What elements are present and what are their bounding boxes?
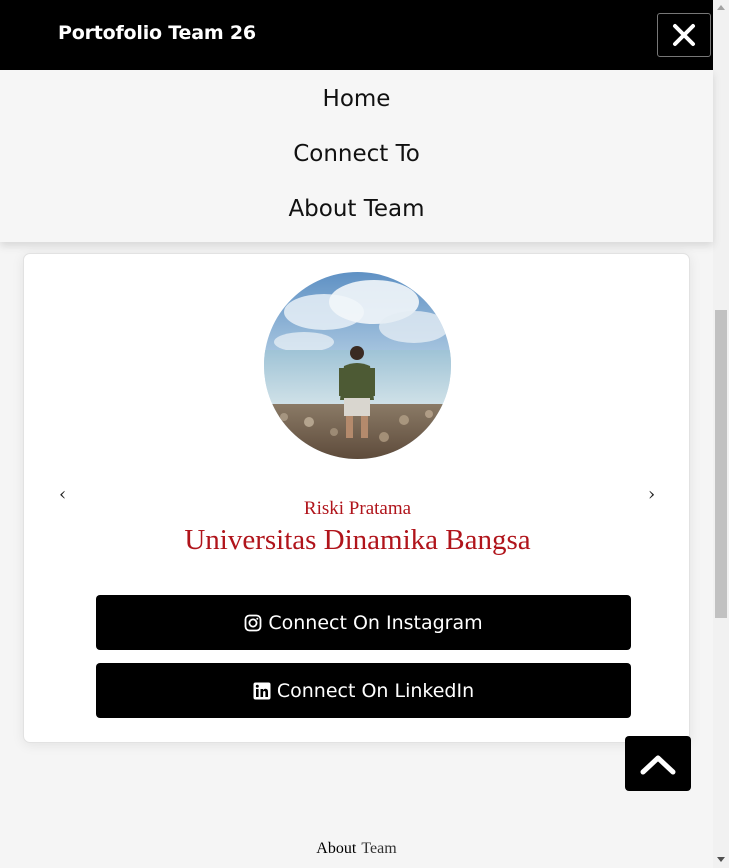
- scrollbar-thumb[interactable]: [715, 310, 727, 618]
- footer-about-word: About: [316, 840, 357, 857]
- brand-title[interactable]: Portofolio Team 26: [58, 22, 256, 44]
- member-name: Riski Pratama: [303, 498, 412, 519]
- scroll-down-arrow-icon[interactable]: [717, 857, 725, 862]
- scroll-to-top-button[interactable]: [625, 736, 691, 791]
- menu-item-connect-to[interactable]: Connect To: [0, 141, 713, 167]
- instagram-icon: [244, 614, 262, 631]
- footer-about-team-link[interactable]: About Team: [0, 838, 713, 858]
- page-scrollbar[interactable]: [713, 0, 729, 868]
- top-navbar: Portofolio Team 26: [0, 0, 713, 70]
- linkedin-button-label: Connect On LinkedIn: [276, 679, 475, 702]
- member-university: Universitas Dinamika Bangsa: [184, 524, 531, 556]
- scroll-up-arrow-icon[interactable]: [717, 5, 725, 10]
- instagram-button-label: Connect On Instagram: [268, 611, 483, 634]
- connect-instagram-button[interactable]: Connect On Instagram: [96, 595, 631, 650]
- footer-team-word: Team: [361, 840, 397, 857]
- connect-linkedin-button[interactable]: Connect On LinkedIn: [96, 663, 631, 718]
- profile-photo: [264, 272, 451, 459]
- close-menu-button[interactable]: [657, 13, 711, 57]
- menu-item-home[interactable]: Home: [0, 86, 713, 112]
- close-icon: [673, 24, 695, 46]
- linkedin-icon: [253, 682, 271, 699]
- menu-item-about-team[interactable]: About Team: [0, 196, 713, 222]
- dropdown-menu: Home Connect To About Team: [0, 70, 713, 242]
- profile-card: ‹ › Riski Pratama Universitas Dinamika B…: [23, 253, 690, 743]
- chevron-up-icon: [640, 755, 676, 774]
